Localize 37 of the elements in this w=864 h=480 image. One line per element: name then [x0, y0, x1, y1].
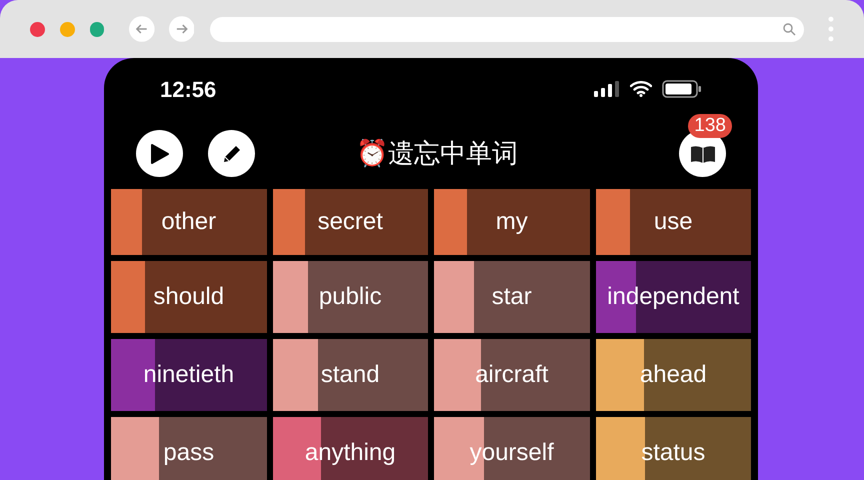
word-tile[interactable]: use [596, 189, 751, 255]
word-label: public [318, 282, 382, 312]
page-title: ⏰遗忘中单词 [356, 137, 518, 170]
word-tile[interactable]: pass [111, 417, 266, 480]
play-icon [150, 142, 170, 164]
word-tile[interactable]: stand [272, 339, 428, 411]
count-badge: 138 [688, 114, 732, 138]
word-label: star [492, 282, 532, 312]
word-label: pass [163, 438, 214, 468]
book-icon [690, 144, 716, 164]
word-label: my [496, 207, 528, 237]
word-tile[interactable]: should [111, 261, 266, 333]
battery-icon [662, 80, 702, 98]
forward-icon[interactable] [168, 16, 194, 42]
wifi-icon [630, 81, 652, 97]
back-icon[interactable] [129, 16, 155, 42]
word-tile[interactable]: ninetieth [111, 339, 266, 411]
word-label: secret [318, 207, 383, 237]
word-tile[interactable]: independent [596, 261, 751, 333]
word-label: anything [304, 438, 396, 468]
word-tile[interactable]: other [111, 189, 266, 255]
word-tile[interactable]: secret [272, 189, 428, 255]
word-tile[interactable]: public [272, 261, 428, 333]
word-tile[interactable]: anything [272, 417, 428, 480]
word-tile[interactable]: my [434, 189, 590, 255]
word-label: other [161, 207, 216, 237]
word-label: independent [607, 282, 740, 312]
word-label: use [654, 207, 693, 237]
word-label: ninetieth [143, 360, 234, 390]
status-time: 12:56 [160, 76, 216, 104]
word-tile[interactable]: star [434, 261, 590, 333]
word-label: should [153, 282, 224, 312]
signal-icon [594, 81, 620, 97]
play-button[interactable] [136, 130, 183, 177]
edit-button[interactable] [208, 130, 255, 177]
search-icon[interactable] [783, 22, 796, 36]
word-label: stand [320, 360, 380, 390]
